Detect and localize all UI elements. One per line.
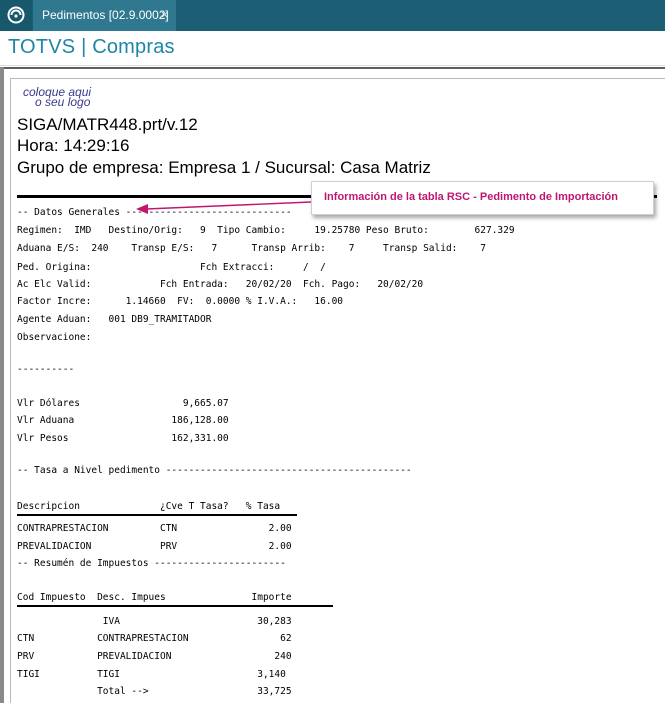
impuestos-header: Cod Impuesto Desc. Impues Importe [17,592,292,603]
report-time: Hora: 14:29:16 [17,136,130,155]
line-ped-origina: Ped. Origina: Fch Extracci: / / [17,262,326,273]
annotation-text: Información de la tabla RSC - Pedimento … [324,191,618,203]
report-program: SIGA/MATR448.prt/v.12 [17,115,198,134]
totvs-logo-icon[interactable] [0,0,32,31]
line-dashes: ---------- [17,364,75,375]
impuestos-header-rule [17,605,333,607]
tasa-row-ctn: CONTRAPRESTACION CTN 2.00 [17,523,292,534]
tasa-header-rule [17,514,297,516]
brand-title: TOTVS | Compras [8,36,175,58]
line-observaciones: Observacione: [17,332,92,343]
viewer-border [0,67,4,703]
line-aduana: Aduana E/S: 240 Transp E/S: 7 Transp Arr… [17,243,486,254]
impuesto-row-tigi: TIGI TIGI 3,140 [17,669,286,680]
impuesto-row-iva: IVA 30,283 [17,616,292,627]
line-factor: Factor Incre: 1.14660 FV: 0.0000 % I.V.A… [17,296,344,307]
impuesto-row-total: Total --> 33,725 [17,686,292,697]
tab-label: Pedimentos [02.9.0002] [42,8,169,22]
tasa-header: Descripcion ¿Cve T Tasa? % Tasa [17,501,281,512]
line-regimen: Regimen: IMD Destino/Orig: 9 Tipo Cambio… [17,225,515,236]
section-resumen: -- Resumén de Impuestos ----------------… [17,558,286,569]
section-datos-generales: -- Datos Generales ---------------------… [17,207,292,218]
section-tasa: -- Tasa a Nivel pedimento --------------… [17,465,412,476]
annotation-callout: Información de la tabla RSC - Pedimento … [311,181,654,215]
logo-line-2: o seu logo [35,95,91,109]
logo-placeholder: coloque aqui o seu logo [23,86,133,109]
vlr-pesos: Vlr Pesos 162,331.00 [17,433,229,444]
close-icon[interactable]: × [160,0,169,31]
report-group: Grupo de empresa: Empresa 1 / Sucursal: … [17,158,431,177]
tab-bar: Pedimentos [02.9.0002] × [0,0,665,31]
tab-pedimentos[interactable]: Pedimentos [02.9.0002] [33,0,176,31]
impuesto-row-ctn: CTN CONTRAPRESTACION 62 [17,633,292,644]
line-agente: Agente Aduan: 001 DB9_TRAMITADOR [17,314,212,325]
tasa-row-prv: PREVALIDACION PRV 2.00 [17,541,292,552]
line-ac-elc: Ac Elc Valid: Fch Entrada: 20/02/20 Fch.… [17,279,424,290]
vlr-aduana: Vlr Aduana 186,128.00 [17,415,229,426]
vlr-dolares: Vlr Dólares 9,665.07 [17,398,229,409]
impuesto-row-prv: PRV PREVALIDACION 240 [17,651,292,662]
app-header: TOTVS | Compras [0,31,665,66]
